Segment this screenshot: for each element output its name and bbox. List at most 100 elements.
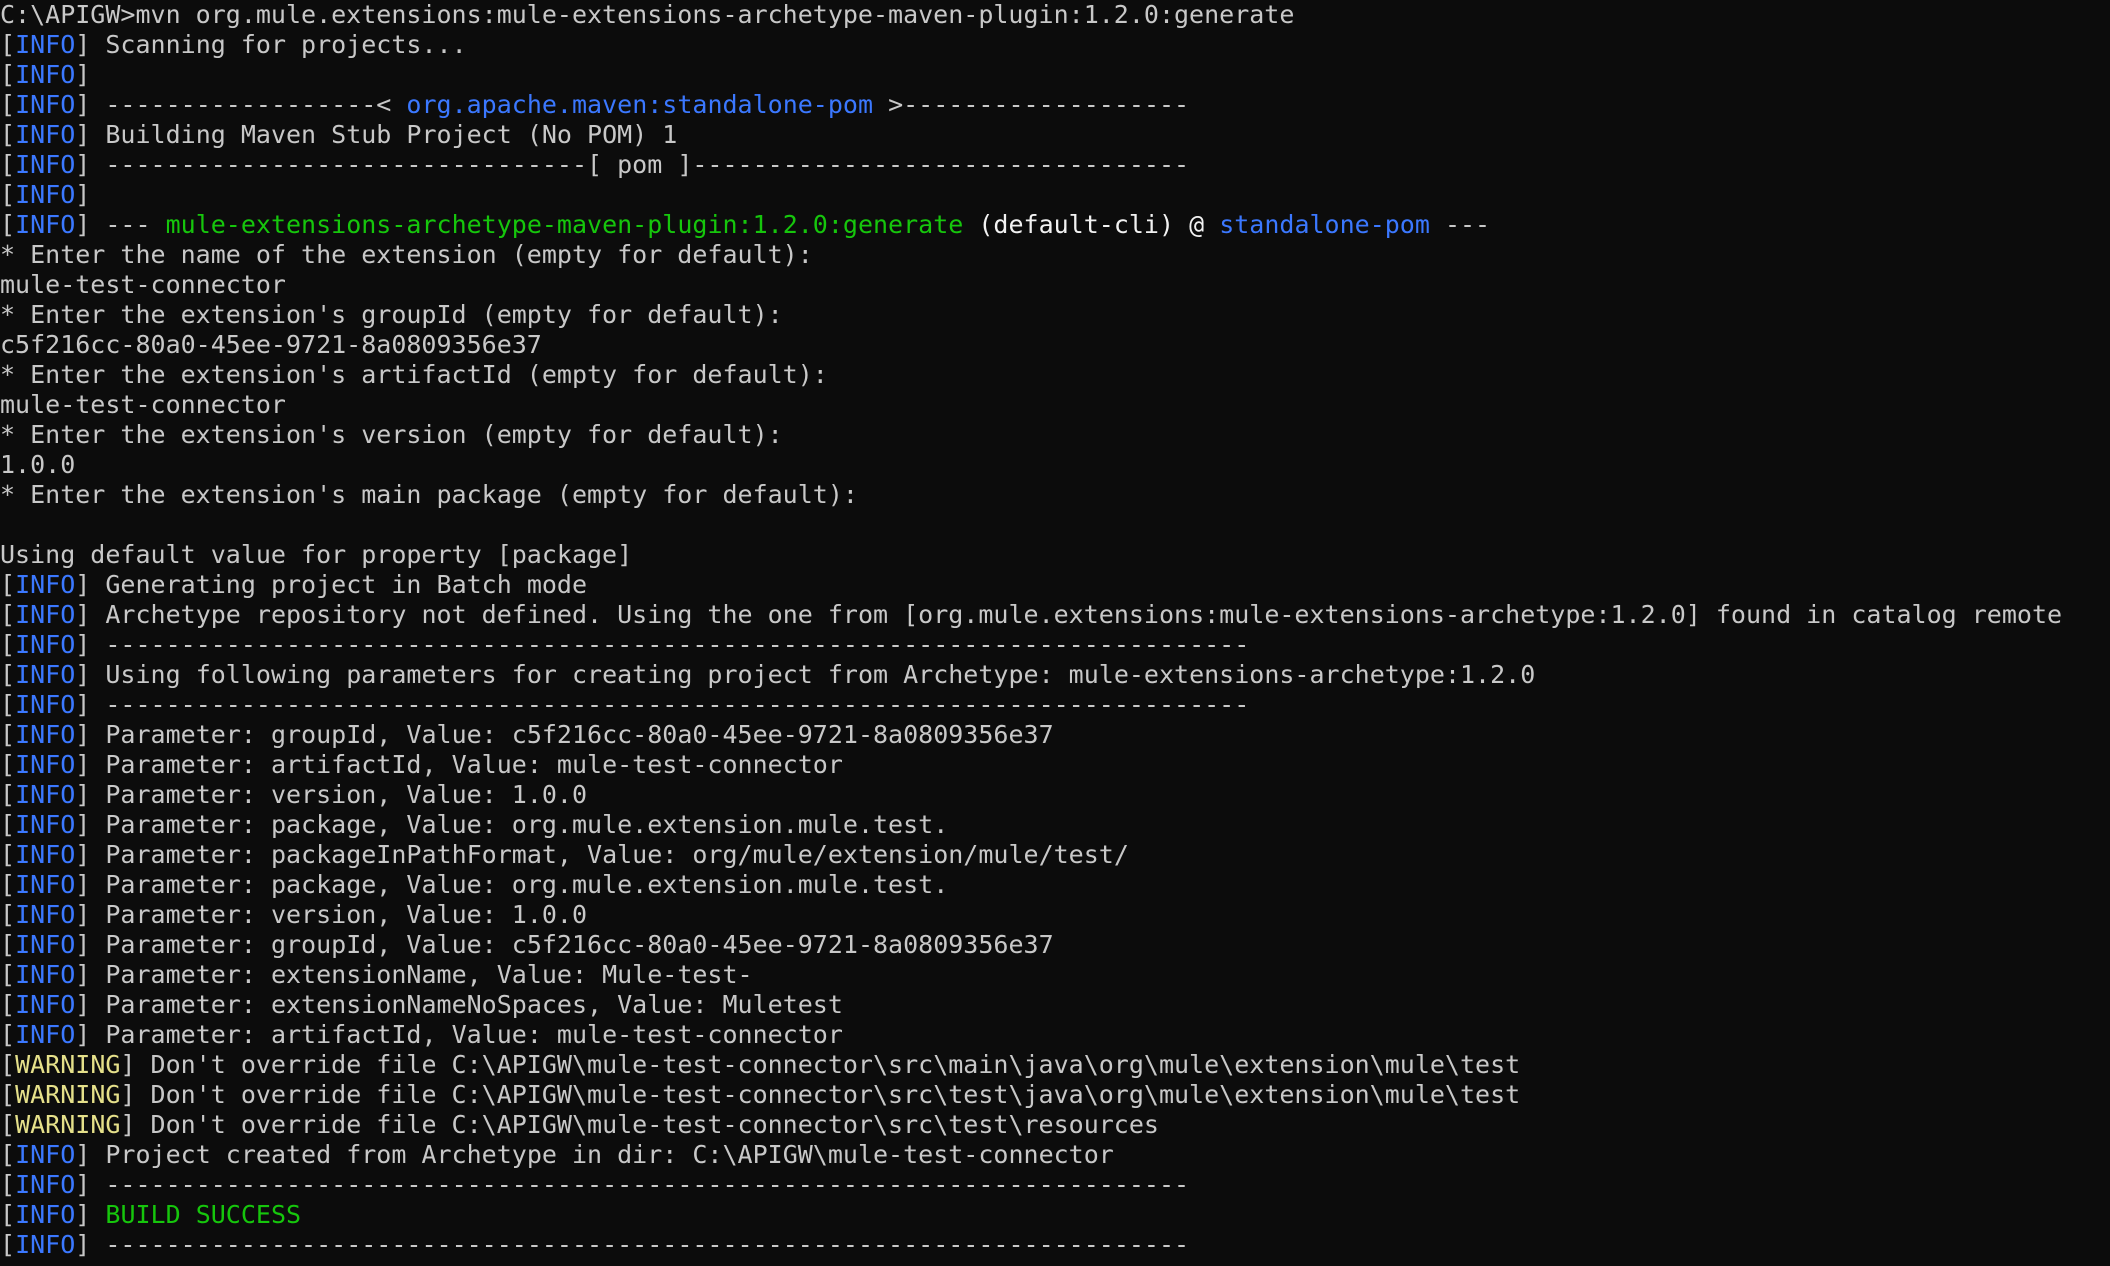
console-text: C:\APIGW>mvn org.mule.extensions:mule-ex… <box>0 0 1295 29</box>
log-level-info: INFO <box>15 30 76 59</box>
console-line: [INFO] ------------------< org.apache.ma… <box>0 90 1189 120</box>
console-text: [ <box>0 90 16 119</box>
console-line: [INFO] Parameter: extensionNameNoSpaces,… <box>0 990 843 1020</box>
console-text: ] Generating project in Batch mode <box>75 570 588 599</box>
console-line: * Enter the name of the extension (empty… <box>0 240 813 270</box>
console-highlight-green: mule-extensions-archetype-maven-plugin:1… <box>165 210 964 239</box>
console-text: [ <box>0 840 16 869</box>
log-level-info: INFO <box>15 810 76 839</box>
log-level-info: INFO <box>15 690 76 719</box>
log-level-info: INFO <box>15 900 76 929</box>
console-line: [INFO] Parameter: groupId, Value: c5f216… <box>0 720 1054 750</box>
console-line: [INFO] Parameter: version, Value: 1.0.0 <box>0 900 587 930</box>
log-level-info: INFO <box>15 120 76 149</box>
console-line: [INFO] Parameter: version, Value: 1.0.0 <box>0 780 587 810</box>
console-text: [ <box>0 690 16 719</box>
console-line: [INFO] <box>0 180 90 210</box>
console-text: [ <box>0 210 16 239</box>
console-output[interactable]: C:\APIGW>mvn org.mule.extensions:mule-ex… <box>0 0 2110 1266</box>
console-text: ] <box>75 60 91 89</box>
console-text: [ <box>0 720 16 749</box>
console-text: [ <box>0 660 16 689</box>
log-level-info: INFO <box>15 1140 76 1169</box>
console-line: [INFO] Scanning for projects... <box>0 30 467 60</box>
console-text: [ <box>0 180 16 209</box>
console-text: ] --------------------------------------… <box>75 630 1250 659</box>
log-level-info: INFO <box>15 600 76 629</box>
console-text: ] --------------------------------[ pom … <box>75 150 1190 179</box>
console-text: [ <box>0 750 16 779</box>
log-level-info: INFO <box>15 1020 76 1049</box>
console-text: [ <box>0 30 16 59</box>
console-line: [INFO] Using following parameters for cr… <box>0 660 1535 690</box>
console-text: [ <box>0 1050 16 1079</box>
log-level-warning: WARNING <box>15 1050 121 1079</box>
console-text: mule-test-connector <box>0 270 286 299</box>
log-level-info: INFO <box>15 630 76 659</box>
console-text: [ <box>0 810 16 839</box>
console-text: ] Parameter: groupId, Value: c5f216cc-80… <box>75 720 1054 749</box>
console-line: * Enter the extension's version (empty f… <box>0 420 783 450</box>
console-line: [INFO] BUILD SUCCESS <box>0 1200 301 1230</box>
console-text: [ <box>0 930 16 959</box>
console-text: ] --------------------------------------… <box>75 1230 1190 1259</box>
log-level-info: INFO <box>15 720 76 749</box>
console-text: >------------------- <box>873 90 1190 119</box>
log-level-info: INFO <box>15 150 76 179</box>
console-line: [INFO] Parameter: extensionName, Value: … <box>0 960 753 990</box>
log-level-info: INFO <box>15 1230 76 1259</box>
console-line: [INFO] ---------------------------------… <box>0 630 1249 660</box>
console-text: (default-cli) @ <box>963 210 1220 239</box>
console-text: Using default value for property [packag… <box>0 540 633 569</box>
log-level-info: INFO <box>15 990 76 1019</box>
console-text: ] --- <box>75 210 166 239</box>
console-text: [ <box>0 1140 16 1169</box>
console-line: Using default value for property [packag… <box>0 540 632 570</box>
console-line: * Enter the extension's artifactId (empt… <box>0 360 828 390</box>
log-level-info: INFO <box>15 870 76 899</box>
console-text: ] Parameter: extensionNameNoSpaces, Valu… <box>75 990 843 1019</box>
console-text: [ <box>0 1110 16 1139</box>
console-text: [ <box>0 120 16 149</box>
log-level-info: INFO <box>15 90 76 119</box>
log-level-info: INFO <box>15 930 76 959</box>
console-line: [INFO] Building Maven Stub Project (No P… <box>0 120 677 150</box>
console-text: * Enter the extension's groupId (empty f… <box>0 300 783 329</box>
console-text: [ <box>0 900 16 929</box>
console-line: [INFO] Generating project in Batch mode <box>0 570 587 600</box>
console-line: mule-test-connector <box>0 390 286 420</box>
console-text: [ <box>0 960 16 989</box>
console-text: [ <box>0 870 16 899</box>
console-text: ] Using following parameters for creatin… <box>75 660 1536 689</box>
console-text: * Enter the name of the extension (empty… <box>0 240 813 269</box>
console-text: [ <box>0 60 16 89</box>
console-line: [INFO] Parameter: groupId, Value: c5f216… <box>0 930 1054 960</box>
console-text: ] Parameter: artifactId, Value: mule-tes… <box>75 1020 843 1049</box>
console-text: ] Parameter: version, Value: 1.0.0 <box>75 900 588 929</box>
console-highlight-green: BUILD SUCCESS <box>105 1200 302 1229</box>
console-text: [ <box>0 600 16 629</box>
console-text: ] Don't override file C:\APIGW\mule-test… <box>120 1050 1521 1079</box>
console-text: [ <box>0 1200 16 1229</box>
console-line: mule-test-connector <box>0 270 286 300</box>
console-line: [INFO] Project created from Archetype in… <box>0 1140 1114 1170</box>
console-line: [WARNING] Don't override file C:\APIGW\m… <box>0 1080 1520 1110</box>
console-line: 1.0.0 <box>0 450 75 480</box>
console-text: ] --------------------------------------… <box>75 690 1250 719</box>
console-text: * Enter the extension's main package (em… <box>0 480 858 509</box>
log-level-info: INFO <box>15 210 76 239</box>
console-text: ] ------------------< <box>75 90 407 119</box>
console-text: ] Scanning for projects... <box>75 30 467 59</box>
console-text: ] Building Maven Stub Project (No POM) 1 <box>75 120 678 149</box>
console-text: ] Parameter: artifactId, Value: mule-tes… <box>75 750 843 779</box>
log-level-info: INFO <box>15 60 76 89</box>
log-level-info: INFO <box>15 750 76 779</box>
log-level-info: INFO <box>15 570 76 599</box>
console-text: [ <box>0 990 16 1019</box>
console-line: [INFO] ---------------------------------… <box>0 1170 1189 1200</box>
console-line: [INFO] ---------------------------------… <box>0 1230 1189 1260</box>
console-text: mule-test-connector <box>0 390 286 419</box>
console-line: [INFO] Parameter: package, Value: org.mu… <box>0 870 948 900</box>
log-level-info: INFO <box>15 1170 76 1199</box>
console-text: [ <box>0 570 16 599</box>
